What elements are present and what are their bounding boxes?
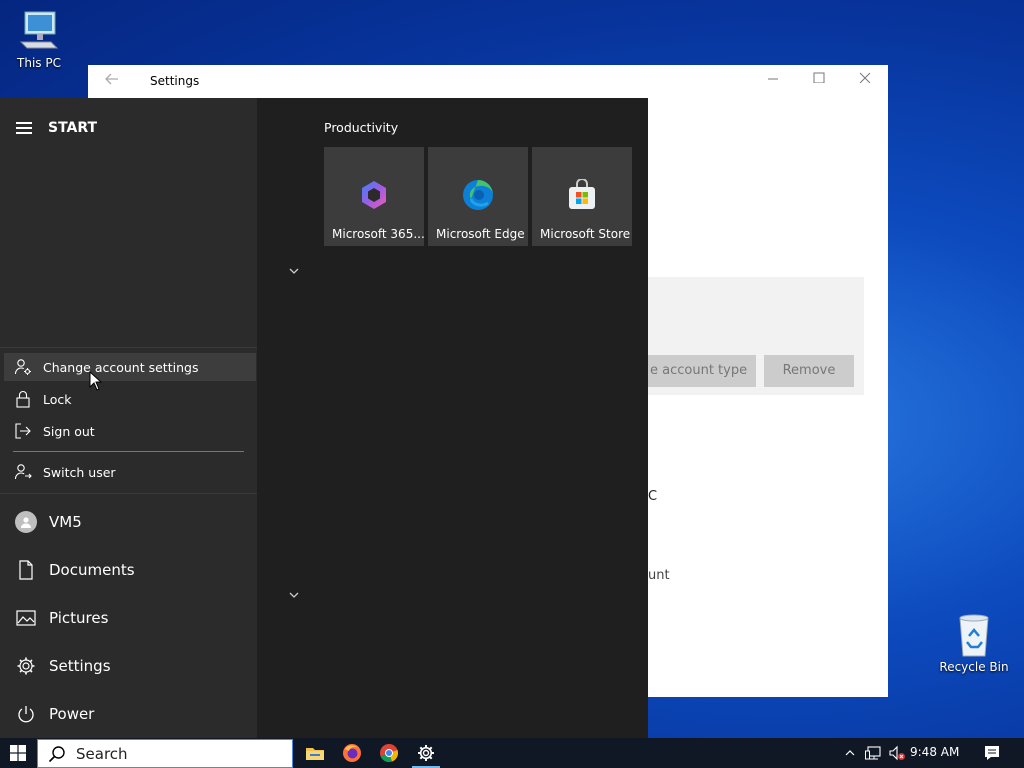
gear-icon [15, 655, 37, 677]
volume-muted-icon [889, 745, 905, 761]
maximize-button[interactable] [804, 71, 834, 91]
pictures-icon [15, 607, 37, 629]
desktop-icon-label: Recycle Bin [939, 660, 1009, 674]
chevron-down-icon[interactable] [288, 586, 300, 598]
flyout-item-label: Lock [43, 391, 72, 407]
close-button[interactable] [850, 71, 880, 91]
flyout-divider [13, 451, 244, 452]
sign-out-item[interactable]: Sign out [4, 417, 256, 445]
taskbar-app-chrome[interactable] [371, 738, 407, 768]
window-title: Settings [150, 74, 200, 88]
change-account-settings-item[interactable]: Change account settings [4, 353, 256, 381]
desktop-icon-recycle-bin[interactable]: Recycle Bin [938, 612, 1010, 674]
computer-icon [17, 8, 61, 52]
file-explorer-icon [306, 748, 324, 760]
nav-item-documents[interactable]: Documents [0, 548, 257, 592]
tile-label: Microsoft Store [540, 227, 631, 241]
desktop-icon-label: This PC [17, 56, 61, 70]
flyout-item-label: Switch user [43, 464, 116, 480]
chevron-down-icon[interactable] [288, 262, 300, 274]
store-icon [566, 178, 598, 211]
change-account-type-button[interactable]: e account type [648, 355, 756, 387]
minimize-button[interactable] [758, 71, 788, 91]
nav-item-label: Power [49, 705, 95, 723]
desktop-icon-this-pc[interactable]: This PC [3, 8, 75, 70]
partial-text: unt [648, 568, 670, 583]
hamburger-menu-icon[interactable] [16, 122, 32, 134]
partial-text: C [648, 489, 658, 504]
document-icon [15, 559, 37, 581]
tile-microsoft-edge[interactable]: Microsoft Edge [428, 147, 528, 246]
taskbar-search-box[interactable] [37, 739, 293, 768]
flyout-item-label: Sign out [43, 423, 95, 439]
power-icon [15, 703, 37, 725]
person-gear-icon [13, 357, 33, 377]
recycle-bin-icon [952, 612, 996, 657]
microsoft-365-icon [358, 179, 390, 211]
search-icon [48, 745, 66, 763]
nav-item-power[interactable]: Power [0, 692, 257, 736]
nav-item-user[interactable]: VM5 [0, 500, 257, 544]
nav-item-settings[interactable]: Settings [0, 644, 257, 688]
lock-item[interactable]: Lock [4, 385, 256, 413]
back-arrow-icon[interactable] [104, 71, 124, 91]
start-button[interactable] [0, 738, 36, 768]
tile-microsoft-store[interactable]: Microsoft Store [532, 147, 632, 246]
window-titlebar[interactable]: Settings [88, 65, 888, 97]
tile-label: Microsoft 365... [332, 227, 425, 241]
tile-label: Microsoft Edge [436, 227, 525, 241]
remove-button[interactable]: Remove [764, 355, 854, 387]
lock-icon [13, 389, 33, 409]
settings-gear-icon [418, 745, 434, 761]
taskbar-clock[interactable]: 9:48 AM [910, 745, 959, 759]
nav-item-label: Documents [49, 561, 135, 579]
user-avatar-icon [15, 511, 37, 533]
flyout-item-label: Change account settings [43, 359, 199, 375]
chrome-icon [380, 744, 399, 763]
chevron-up-icon [845, 750, 855, 756]
notifications-icon [985, 746, 999, 760]
nav-item-pictures[interactable]: Pictures [0, 596, 257, 640]
tile-group-title: Productivity [324, 120, 399, 135]
nav-item-label: Pictures [49, 609, 109, 627]
edge-icon [462, 179, 494, 211]
start-title: START [48, 120, 98, 136]
nav-item-label: VM5 [49, 513, 82, 531]
switch-user-item[interactable]: Switch user [4, 458, 256, 486]
account-flyout: Change account settings Lock Sign out Sw… [0, 347, 257, 494]
search-input[interactable] [74, 743, 268, 764]
taskbar-app-settings[interactable] [408, 738, 444, 768]
sign-out-icon [13, 421, 33, 441]
taskbar-app-file-explorer[interactable] [297, 738, 333, 768]
show-hidden-icons-button[interactable] [842, 738, 858, 768]
network-tray-button[interactable] [864, 738, 884, 768]
windows-logo-icon [10, 745, 26, 761]
taskbar-app-firefox[interactable] [334, 738, 370, 768]
mouse-cursor-icon [89, 370, 103, 391]
firefox-icon [343, 744, 361, 762]
start-menu-left-pane: START Change account settings Lock Sign … [0, 98, 257, 738]
network-icon [865, 746, 881, 760]
taskbar: 9:48 AM [0, 738, 1024, 768]
action-center-button[interactable] [978, 738, 1006, 768]
switch-user-icon [13, 462, 33, 482]
start-header[interactable]: START [16, 118, 97, 138]
tile-microsoft-365[interactable]: Microsoft 365... [324, 147, 425, 246]
nav-item-label: Settings [49, 657, 111, 675]
volume-tray-button[interactable] [887, 738, 907, 768]
